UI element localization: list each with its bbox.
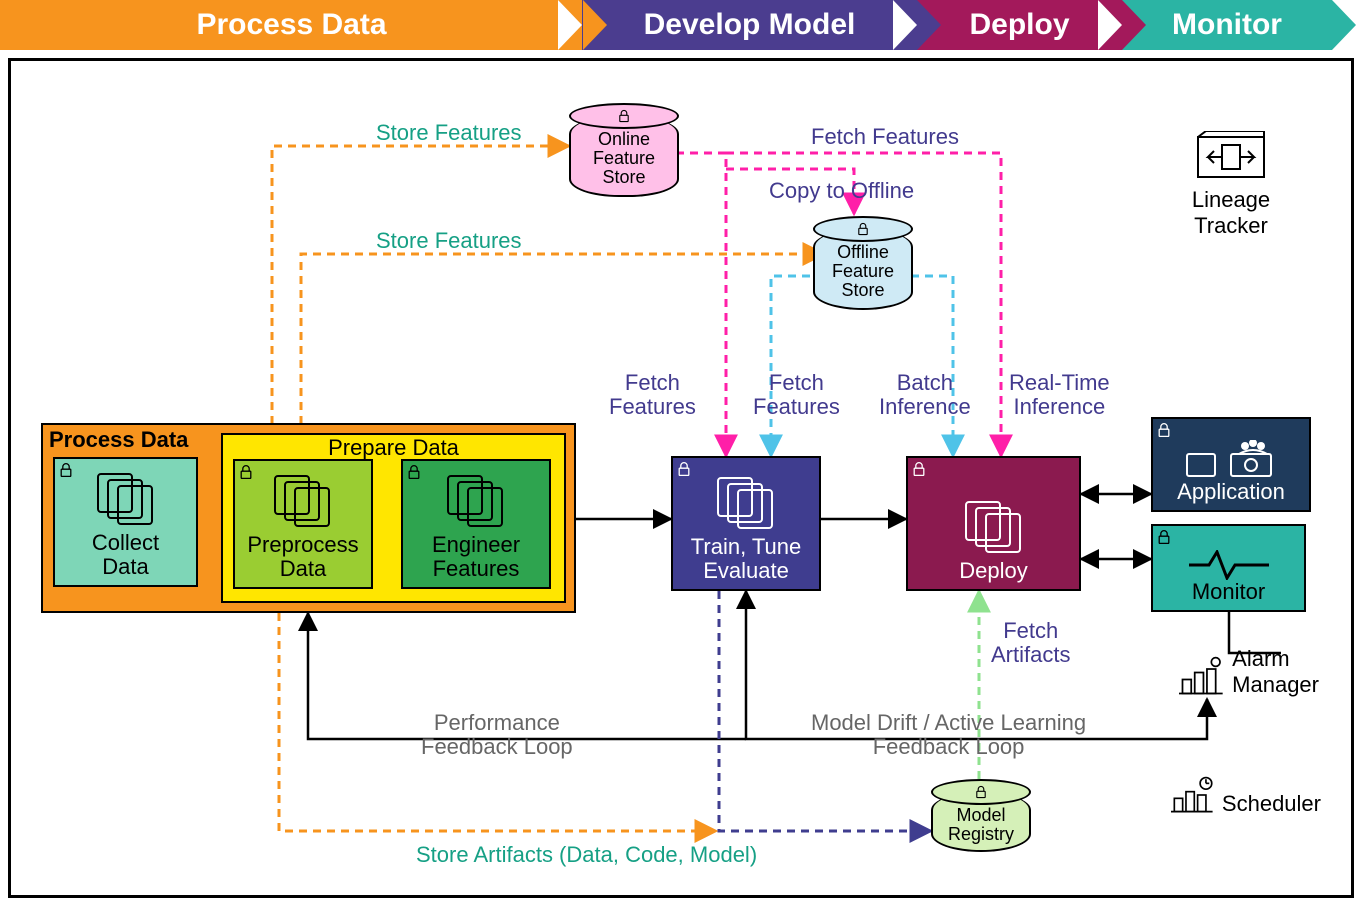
label-fetch-features-top: Fetch Features (811, 125, 959, 149)
label-copy-to-offline: Copy to Offline (769, 179, 914, 203)
label-perf-feedback: Performance Feedback Loop (421, 711, 573, 759)
phase-deploy: Deploy (917, 0, 1122, 50)
label-realtime-inference: Real-Time Inference (1009, 371, 1110, 419)
phase-deploy-label: Deploy (969, 8, 1069, 42)
lock-icon (856, 222, 870, 236)
diagram-canvas: Process Data Prepare Data Collect Data P… (8, 58, 1354, 898)
label-store-artifacts: Store Artifacts (Data, Code, Model) (416, 843, 757, 867)
lock-icon (911, 461, 927, 477)
node-engineer-features: Engineer Features (401, 459, 551, 589)
lineage-tracker-icon (1196, 131, 1266, 181)
node-application-label: Application (1177, 480, 1285, 504)
documents-icon (965, 501, 1023, 555)
heartbeat-icon (1189, 550, 1269, 580)
node-offline-feature-store: Offline Feature Store (813, 216, 913, 310)
node-model-registry-label: Model Registry (937, 806, 1025, 844)
scheduler: Scheduler (1171, 773, 1321, 817)
alarm-manager-label: Alarm Manager (1232, 646, 1319, 698)
group-process-data-label: Process Data (49, 427, 188, 453)
node-collect-data: Collect Data (53, 457, 198, 587)
node-online-feature-store: Online Feature Store (569, 103, 679, 197)
phase-monitor: Monitor (1122, 0, 1332, 50)
phase-develop-label: Develop Model (644, 8, 856, 42)
node-train-tune-evaluate: Train, Tune Evaluate (671, 456, 821, 591)
node-model-registry: Model Registry (931, 779, 1031, 852)
documents-icon (717, 477, 775, 531)
documents-icon (447, 475, 505, 529)
node-collect-data-label: Collect Data (92, 531, 159, 579)
lock-icon (974, 785, 988, 799)
lock-icon (617, 109, 631, 123)
lock-icon (58, 462, 74, 478)
application-icon (1176, 440, 1286, 480)
node-train-label: Train, Tune Evaluate (691, 535, 801, 583)
scheduler-icon (1171, 773, 1216, 817)
node-online-feature-store-label: Online Feature Store (575, 130, 673, 187)
lineage-tracker-label: Lineage Tracker (1181, 187, 1281, 239)
node-monitor: Monitor (1151, 524, 1306, 612)
phase-process-data: Process Data (0, 0, 583, 50)
label-drift-feedback: Model Drift / Active Learning Feedback L… (811, 711, 1086, 759)
group-prepare-data-label: Prepare Data (328, 435, 459, 461)
node-monitor-label: Monitor (1192, 580, 1265, 604)
documents-icon (274, 475, 332, 529)
lock-icon (1156, 529, 1172, 545)
documents-icon (97, 473, 155, 527)
label-fetch-features-right: Fetch Features (753, 371, 840, 419)
label-store-features-offline: Store Features (376, 229, 522, 253)
label-fetch-features-left: Fetch Features (609, 371, 696, 419)
node-deploy-label: Deploy (959, 559, 1027, 583)
label-fetch-artifacts: Fetch Artifacts (991, 619, 1070, 667)
phase-process-label: Process Data (196, 8, 386, 42)
label-store-features-online: Store Features (376, 121, 522, 145)
node-deploy: Deploy (906, 456, 1081, 591)
node-engineer-features-label: Engineer Features (432, 533, 520, 581)
alarm-manager: Alarm Manager (1179, 646, 1319, 698)
node-offline-feature-store-label: Offline Feature Store (819, 243, 907, 300)
node-preprocess-data-label: Preprocess Data (247, 533, 358, 581)
lock-icon (676, 461, 692, 477)
lock-icon (1156, 422, 1172, 438)
alarm-manager-icon (1179, 654, 1226, 698)
phase-develop-model: Develop Model (582, 0, 917, 50)
node-preprocess-data: Preprocess Data (233, 459, 373, 589)
scheduler-label: Scheduler (1222, 791, 1321, 817)
lock-icon (238, 464, 254, 480)
label-batch-inference: Batch Inference (879, 371, 971, 419)
lineage-tracker: Lineage Tracker (1181, 131, 1281, 239)
node-application: Application (1151, 417, 1311, 512)
lock-icon (406, 464, 422, 480)
phase-monitor-label: Monitor (1172, 8, 1282, 42)
